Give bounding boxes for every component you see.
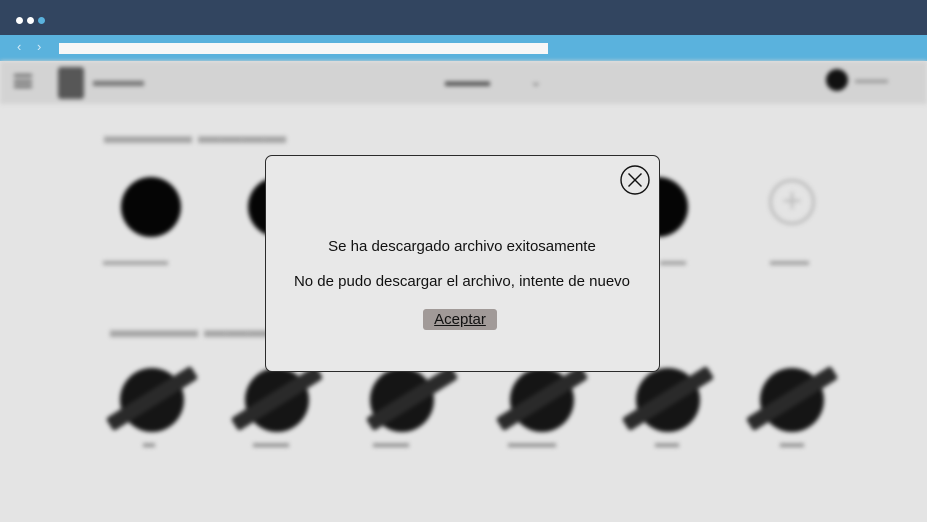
window-dot-2[interactable]: [27, 17, 34, 24]
chevron-down-icon: ⌄: [530, 73, 542, 89]
project-label: ▬▬▬: [253, 436, 289, 450]
plus-icon: +: [769, 179, 815, 225]
logo: [58, 67, 84, 99]
browser-toolbar: ‹ ›: [0, 35, 927, 61]
download-dialog: Se ha descargado archivo exitosamente No…: [265, 155, 660, 372]
project-label: ▬▬: [780, 436, 804, 450]
project-label: ▬▬▬▬▬: [103, 253, 168, 268]
window-dot-1[interactable]: [16, 17, 23, 24]
project-label: ▬▬▬: [770, 253, 809, 268]
project-label: ▬▬▬: [373, 436, 409, 450]
menu-icon: [14, 74, 32, 88]
avatar: [826, 69, 848, 91]
chevron-left-icon[interactable]: ‹: [17, 40, 21, 54]
window-titlebar: [0, 0, 927, 35]
project-label: ▬▬: [655, 436, 679, 450]
brand-name: ▬▬▬: [93, 71, 144, 90]
project-label: ▬▬: [660, 253, 686, 268]
chevron-right-icon[interactable]: ›: [37, 40, 41, 54]
project-label: ▬▬▬▬: [508, 436, 556, 450]
section-title-current: ▬▬▬▬ ▬▬▬▬: [104, 123, 287, 148]
address-bar[interactable]: [59, 43, 548, 54]
success-message: Se ha descargado archivo exitosamente: [328, 238, 596, 255]
accept-button[interactable]: Aceptar: [423, 309, 497, 330]
project-thumbnail: [121, 177, 181, 237]
window-dot-3[interactable]: [38, 17, 45, 24]
app-header: ▬▬▬ ▬▬▬ ⌄ ▬▬▬: [0, 61, 927, 104]
close-circle-icon[interactable]: [620, 165, 650, 195]
user-name: ▬▬▬: [855, 74, 888, 86]
project-label: ▬: [143, 436, 155, 450]
error-message: No de pudo descargar el archivo, intente…: [293, 273, 631, 290]
project-selector: ▬▬▬: [445, 73, 490, 90]
section-title-previous: ▬▬▬▬ ▬▬▬: [110, 317, 271, 342]
